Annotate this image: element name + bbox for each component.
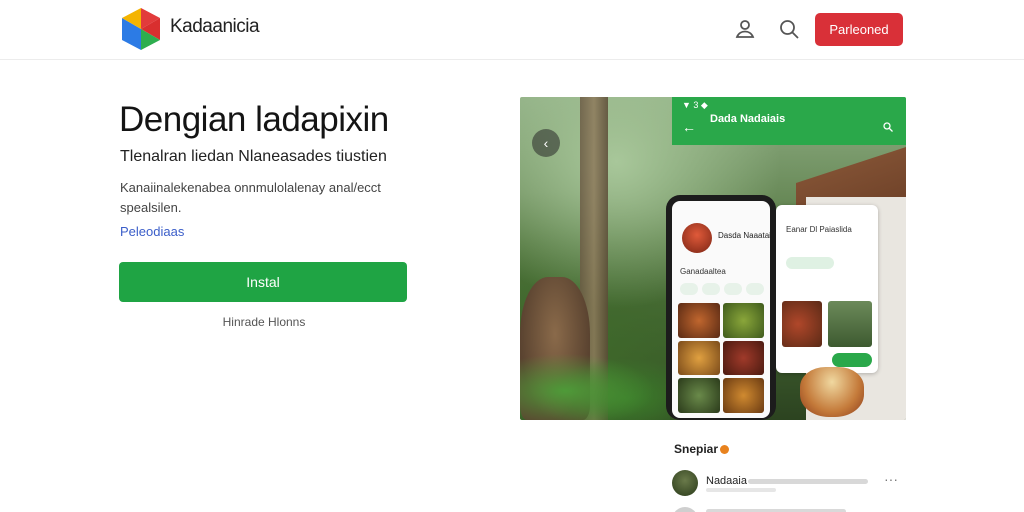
card-person-image xyxy=(828,301,872,347)
media-previous-arrow-icon[interactable]: ‹ xyxy=(532,129,560,157)
profile-name: Dasda Naaataia xyxy=(718,231,770,240)
search-icon[interactable] xyxy=(777,17,801,41)
brand-name[interactable]: Kadaanicia xyxy=(170,16,260,38)
avatar xyxy=(672,507,698,512)
chip xyxy=(702,283,720,295)
install-note: Hinrade Hlonns xyxy=(222,315,306,329)
card-action-button xyxy=(832,353,872,367)
card-pill xyxy=(786,257,834,269)
chip xyxy=(680,283,698,295)
background-food-bowl xyxy=(800,367,864,417)
comment-meta-placeholder xyxy=(706,488,776,492)
phone-screen: Dasda Naaataia Ganadaaltea xyxy=(672,201,770,418)
food-photo xyxy=(722,340,764,376)
comment-item[interactable]: Nadaaia ··· xyxy=(672,470,900,498)
primary-header-button[interactable]: Parleoned xyxy=(815,13,903,46)
comments-heading: Snepiar xyxy=(674,442,719,456)
read-more-link[interactable]: Peleodiaas xyxy=(120,224,184,239)
phone-mockup: Dasda Naaataia Ganadaaltea xyxy=(666,195,776,420)
comment-item[interactable] xyxy=(672,503,900,512)
app-description: Kanaiinalekenabea onnmulolalenay anal/ec… xyxy=(120,180,381,215)
comment-text-placeholder xyxy=(748,479,868,484)
install-button[interactable]: Instal xyxy=(119,262,407,302)
food-photo xyxy=(678,340,720,376)
filter-chips xyxy=(680,283,764,295)
app-card-preview: Eanar Dl Paiaslida xyxy=(776,205,878,373)
profile-subline: Ganadaaltea xyxy=(680,267,726,276)
background-plants xyxy=(520,347,670,420)
comment-author: Nadaaia xyxy=(706,475,747,487)
chip xyxy=(746,283,764,295)
profile-avatar xyxy=(682,223,712,253)
card-title: Eanar Dl Paiaslida xyxy=(786,225,852,234)
new-badge-icon xyxy=(720,445,729,454)
banner-search-icon xyxy=(883,122,893,132)
page-subtitle: Tlenalran liedan Nlaneasades tiustien xyxy=(120,148,387,165)
brand-logo-icon[interactable] xyxy=(120,6,162,52)
top-navigation-bar: Kadaanicia Parleoned xyxy=(0,0,1024,60)
food-photo xyxy=(722,303,764,338)
user-icon[interactable] xyxy=(733,17,757,41)
banner-title: Dada Nadaiais xyxy=(710,113,786,125)
chip xyxy=(724,283,742,295)
food-photo xyxy=(722,378,764,413)
back-arrow-icon: ← xyxy=(682,119,696,135)
food-photo-grid xyxy=(678,303,764,413)
food-photo xyxy=(678,378,720,413)
more-options-icon[interactable]: ··· xyxy=(884,471,898,487)
page-title: Dengian ladapixin xyxy=(119,100,389,139)
status-bar-indicators: ▼ 3 ◆ xyxy=(682,100,708,110)
food-photo xyxy=(678,303,720,338)
app-screenshot-media[interactable]: ‹ ▼ 3 ◆ ← Dada Nadaiais Eanar Dl Paiasli… xyxy=(520,97,906,420)
card-food-image xyxy=(782,301,822,347)
avatar xyxy=(672,470,698,496)
app-banner: ▼ 3 ◆ ← Dada Nadaiais xyxy=(672,97,906,145)
